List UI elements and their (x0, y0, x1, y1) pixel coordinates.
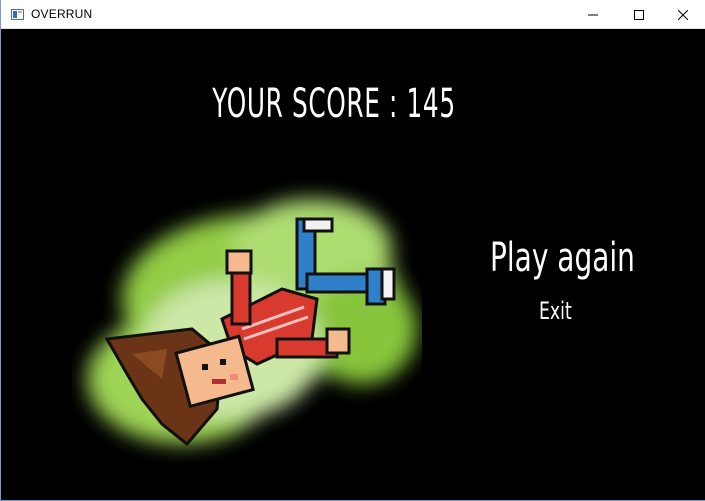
fallen-player-sprite (87, 199, 417, 447)
play-again-button[interactable]: Play again (490, 235, 635, 281)
close-button[interactable] (660, 0, 705, 29)
close-icon (678, 9, 688, 20)
title-bar[interactable]: OVERRUN (1, 0, 705, 29)
minimize-button[interactable] (570, 0, 616, 29)
maximize-icon (634, 9, 644, 20)
minimize-icon (588, 14, 598, 15)
game-canvas: YOUR SCORE : 145 Play again Exit (2, 29, 705, 500)
window-title: OVERRUN (31, 7, 93, 21)
exit-button[interactable]: Exit (539, 297, 572, 325)
app-icon (11, 9, 24, 20)
maximize-button[interactable] (616, 0, 662, 29)
score-display: YOUR SCORE : 145 (212, 81, 456, 127)
game-window: OVERRUN YOUR SCORE : 145 Play again Exit (0, 0, 705, 501)
